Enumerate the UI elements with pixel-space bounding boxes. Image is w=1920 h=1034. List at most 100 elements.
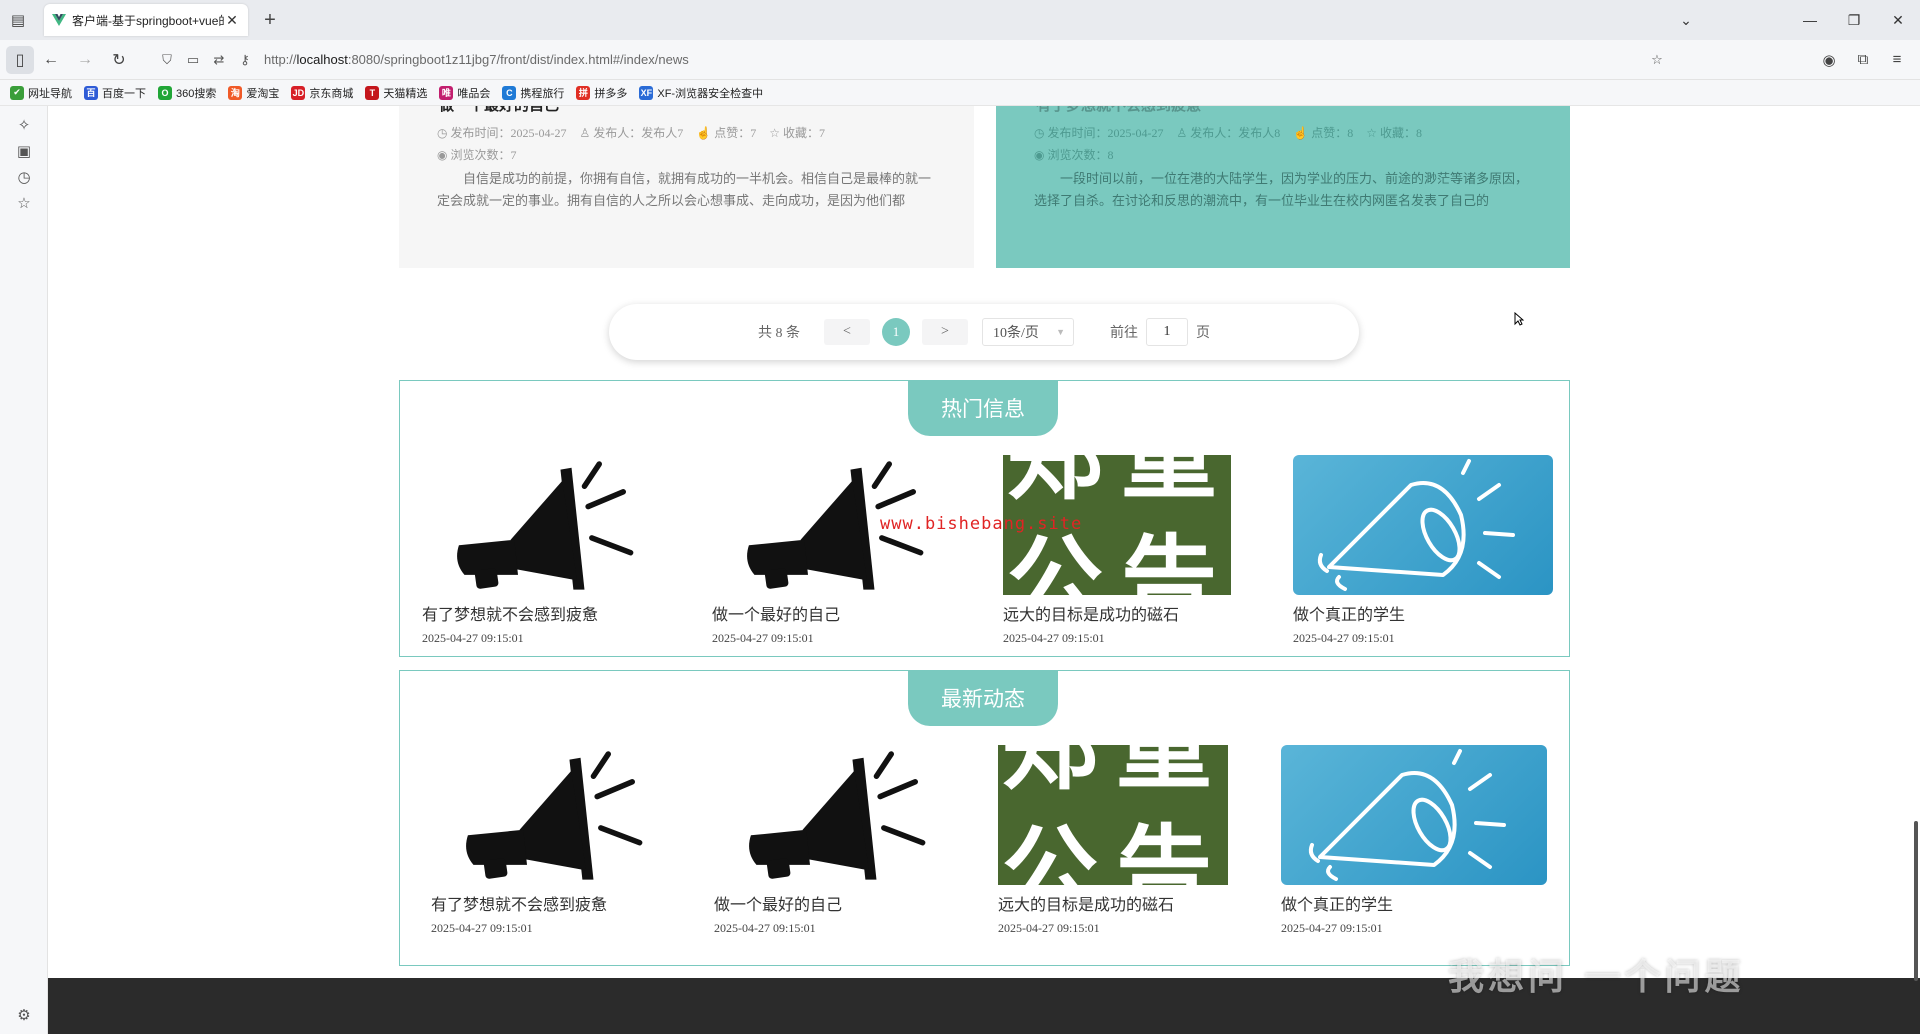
active-tab[interactable]: 客户端-基于springboot+vue的 ✕ — [44, 4, 248, 36]
bookmark-favicon-icon: 唯 — [439, 85, 454, 100]
bookmark-label: 百度一下 — [102, 87, 146, 100]
bookmark-favicon-icon: 拼 — [576, 85, 591, 100]
news-card[interactable]: 有了梦想就不会感到疲惫 ◷ 发布时间：2025-04-27 ♙ 发布人：发布人8 ☝… — [996, 106, 1570, 268]
notice-image-text: 公告 — [1002, 815, 1228, 885]
news-thumb-item[interactable]: 有了梦想就不会感到疲惫 2025-04-27 09:15:01 — [431, 745, 671, 936]
bookmark-item[interactable]: C 携程旅行 — [502, 85, 564, 101]
news-thumb-title[interactable]: 有了梦想就不会感到疲惫 — [431, 891, 671, 915]
minimize-icon[interactable]: — — [1788, 12, 1832, 28]
bookmark-item[interactable]: 淘爱淘宝 — [228, 85, 279, 101]
megaphone-icon[interactable] — [431, 745, 671, 885]
bookmark-item[interactable]: 拼拼多多 — [576, 85, 627, 101]
sidebar-toggle-icon[interactable]: ▯ — [6, 45, 34, 74]
extensions-icon[interactable]: ⧉ — [1846, 51, 1880, 68]
account-icon[interactable]: ◉ — [1812, 51, 1846, 69]
page-size-select[interactable]: 10条/页 ▼ — [982, 318, 1074, 346]
bookmark-star-icon[interactable]: ☆ — [1644, 52, 1670, 68]
bookmark-item[interactable]: T 天猫精选 — [365, 85, 427, 101]
news-thumb-title[interactable]: 有了梦想就不会感到疲惫 — [422, 601, 662, 625]
bookmark-label: XF-浏览器安全检查中 — [657, 87, 764, 100]
window-close-icon[interactable]: ✕ — [1876, 12, 1920, 29]
browser-side-panel: ✧ ▣ ◷ ☆ ⚙ — [0, 106, 48, 1034]
bookmark-label: 唯品会 — [457, 87, 491, 100]
bookmark-label: 携程旅行 — [520, 87, 565, 100]
news-card-body: 自信是成功的前提，你拥有自信，就拥有成功的一半机会。相信自己是最棒的就一定会成就… — [437, 171, 932, 208]
news-card-title[interactable]: 有了梦想就不会感到疲惫 — [1036, 106, 1201, 115]
news-thumb-item[interactable]: 郑重 公告 远大的目标是成功的磁石 2025-04-27 09:15:01 — [998, 745, 1228, 936]
next-page-button[interactable]: > — [922, 319, 968, 345]
permissions-icon[interactable]: ⇄ — [206, 52, 232, 68]
bookmark-item[interactable]: 百百度一下 — [84, 85, 146, 101]
news-card-views: ◉ 浏览次数：8 — [1034, 148, 1114, 162]
restore-icon[interactable]: ❐ — [1832, 12, 1876, 29]
bookmark-favicon-icon: XF — [639, 85, 654, 100]
page-number-current[interactable]: 1 — [882, 318, 910, 346]
news-thumb-item[interactable]: 做个真正的学生 2025-04-27 09:15:01 — [1281, 745, 1547, 936]
pagination: 共 8 条 < 1 > 10条/页 ▼ 前往 1 页 — [609, 304, 1359, 360]
megaphone-icon[interactable] — [1293, 455, 1553, 595]
megaphone-icon[interactable] — [422, 455, 662, 595]
news-thumb-title[interactable]: 做个真正的学生 — [1293, 601, 1553, 625]
goto-page: 前往 1 页 — [1110, 318, 1210, 346]
ai-sparkle-icon[interactable]: ✧ — [14, 116, 34, 136]
notice-image-text: 郑重 — [1007, 455, 1231, 513]
reload-icon[interactable]: ↻ — [102, 44, 136, 76]
watermark-text: www.bishebang.site — [880, 514, 1083, 534]
user-icon: ♙ — [579, 126, 591, 140]
news-thumb-item[interactable]: 郑重 公告 远大的目标是成功的磁石 2025-04-27 09:15:01 — [1003, 455, 1231, 646]
bookmark-favicon-icon: T — [365, 85, 380, 100]
back-icon[interactable]: ← — [34, 44, 68, 76]
news-card-title[interactable]: 做一个最好的自己 — [439, 106, 559, 115]
tab-overflow-chevron-icon[interactable]: ⌄ — [1664, 12, 1708, 29]
settings-gear-icon[interactable]: ⚙ — [14, 1006, 34, 1026]
megaphone-icon[interactable] — [714, 745, 954, 885]
shield-icon[interactable]: ⛉ — [154, 52, 180, 68]
news-thumb-item[interactable]: 有了梦想就不会感到疲惫 2025-04-27 09:15:01 — [422, 455, 662, 646]
page-icon[interactable]: ▭ — [180, 52, 206, 68]
news-card-views: ◉ 浏览次数：7 — [437, 148, 517, 162]
url-text[interactable]: http://localhost:8080/springboot1z11jbg7… — [264, 52, 689, 67]
news-card-meta: ◷ 发布时间：2025-04-27 ♙ 发布人：发布人8 ☝ 点赞：8 ☆ 收藏：8 — [1034, 126, 1423, 140]
bookmarks-star-icon[interactable]: ☆ — [14, 194, 34, 214]
bookmark-item[interactable]: JD 京东商城 — [291, 85, 353, 101]
news-thumb-date: 2025-04-27 09:15:01 — [712, 631, 814, 645]
news-thumb-title[interactable]: 做一个最好的自己 — [714, 891, 954, 915]
news-thumb-date: 2025-04-27 09:15:01 — [714, 921, 816, 935]
scrollbar-thumb[interactable] — [1914, 821, 1918, 981]
key-icon[interactable]: ⚷ — [232, 52, 258, 68]
goto-page-input[interactable]: 1 — [1146, 318, 1188, 346]
bookmark-item[interactable]: O 360搜索 — [158, 85, 216, 101]
news-thumb-title[interactable]: 做一个最好的自己 — [712, 601, 952, 625]
bookmark-item[interactable]: XF XF-浏览器安全检查中 — [639, 85, 763, 101]
history-icon[interactable]: ◷ — [14, 168, 34, 188]
news-thumb-item[interactable]: 做一个最好的自己 2025-04-27 09:15:01 — [714, 745, 954, 936]
section-title: 最新动态 — [908, 670, 1058, 726]
news-thumb-title[interactable]: 远大的目标是成功的磁石 — [998, 891, 1228, 915]
news-card[interactable]: 做一个最好的自己 ◷ 发布时间：2025-04-27 ♙ 发布人：发布人7 ☝ 点赞：… — [399, 106, 974, 268]
pagination-total: 共 8 条 — [758, 326, 800, 341]
tab-list-icon[interactable]: ▤ — [0, 0, 36, 40]
news-thumb-date: 2025-04-27 09:15:01 — [1003, 631, 1105, 645]
news-thumb-date: 2025-04-27 09:15:01 — [1281, 921, 1383, 935]
thumbs-up-icon: ☝ — [1293, 126, 1309, 140]
megaphone-icon[interactable] — [1281, 745, 1547, 885]
forward-icon[interactable]: → — [68, 44, 102, 76]
news-thumb-item[interactable]: 做个真正的学生 2025-04-27 09:15:01 — [1293, 455, 1553, 646]
bookmark-favicon-icon: 淘 — [228, 85, 243, 100]
notice-image-text: 郑重 — [1002, 745, 1228, 803]
synced-tabs-icon[interactable]: ▣ — [14, 142, 34, 162]
close-tab-icon[interactable]: ✕ — [224, 12, 240, 29]
menu-icon[interactable]: ≡ — [1880, 51, 1914, 68]
new-tab-icon[interactable]: + — [254, 9, 286, 32]
bookmark-item[interactable]: 唯唯品会 — [439, 85, 490, 101]
prev-page-button[interactable]: < — [824, 319, 870, 345]
news-thumb-title[interactable]: 远大的目标是成功的磁石 — [1003, 601, 1231, 625]
thumbs-up-icon: ☝ — [696, 126, 712, 140]
star-icon: ☆ — [1366, 126, 1377, 140]
news-thumb-item[interactable]: 做一个最好的自己 2025-04-27 09:15:01 — [712, 455, 952, 646]
news-thumb-title[interactable]: 做个真正的学生 — [1281, 891, 1547, 915]
notice-image[interactable]: 郑重 公告 — [998, 745, 1228, 885]
bookmark-item[interactable]: ✔ 网址导航 — [10, 85, 72, 101]
address-bar[interactable]: ⛉ ▭ ⇄ ⚷ http://localhost:8080/springboot… — [150, 45, 1670, 75]
clock-icon: ◷ — [1034, 126, 1045, 140]
